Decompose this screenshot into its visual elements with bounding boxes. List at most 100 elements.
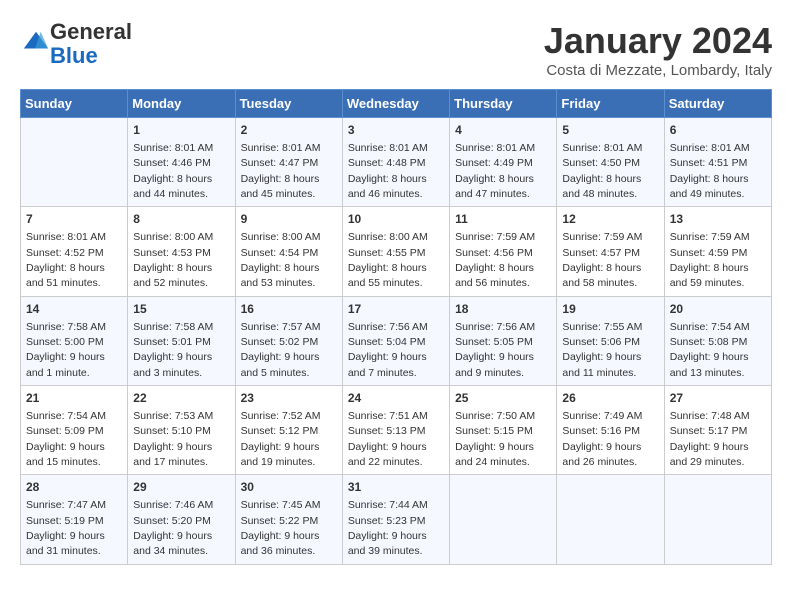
sunrise-info: Sunrise: 7:57 AMSunset: 5:02 PMDaylight:… <box>241 321 321 379</box>
calendar-cell: 30 Sunrise: 7:45 AMSunset: 5:22 PMDaylig… <box>235 475 342 564</box>
calendar-cell: 17 Sunrise: 7:56 AMSunset: 5:04 PMDaylig… <box>342 296 449 385</box>
day-number: 13 <box>670 211 766 228</box>
sunrise-info: Sunrise: 7:45 AMSunset: 5:22 PMDaylight:… <box>241 499 321 557</box>
calendar-cell: 11 Sunrise: 7:59 AMSunset: 4:56 PMDaylig… <box>450 207 557 296</box>
sunrise-info: Sunrise: 7:58 AMSunset: 5:00 PMDaylight:… <box>26 321 106 379</box>
calendar-body: 1 Sunrise: 8:01 AMSunset: 4:46 PMDayligh… <box>21 118 772 565</box>
sunrise-info: Sunrise: 7:53 AMSunset: 5:10 PMDaylight:… <box>133 410 213 468</box>
day-number: 20 <box>670 301 766 318</box>
calendar-cell: 4 Sunrise: 8:01 AMSunset: 4:49 PMDayligh… <box>450 118 557 207</box>
sunrise-info: Sunrise: 7:54 AMSunset: 5:09 PMDaylight:… <box>26 410 106 468</box>
day-number: 17 <box>348 301 444 318</box>
calendar-cell: 28 Sunrise: 7:47 AMSunset: 5:19 PMDaylig… <box>21 475 128 564</box>
day-number: 22 <box>133 390 229 407</box>
calendar-cell: 16 Sunrise: 7:57 AMSunset: 5:02 PMDaylig… <box>235 296 342 385</box>
calendar-cell: 3 Sunrise: 8:01 AMSunset: 4:48 PMDayligh… <box>342 118 449 207</box>
sunrise-info: Sunrise: 7:51 AMSunset: 5:13 PMDaylight:… <box>348 410 428 468</box>
calendar-subtitle: Costa di Mezzate, Lombardy, Italy <box>544 62 772 79</box>
logo-general-text: General <box>50 19 132 44</box>
calendar-cell: 25 Sunrise: 7:50 AMSunset: 5:15 PMDaylig… <box>450 386 557 475</box>
calendar-week-row: 1 Sunrise: 8:01 AMSunset: 4:46 PMDayligh… <box>21 118 772 207</box>
sunrise-info: Sunrise: 8:01 AMSunset: 4:46 PMDaylight:… <box>133 142 213 200</box>
sunrise-info: Sunrise: 7:59 AMSunset: 4:56 PMDaylight:… <box>455 231 535 289</box>
logo-blue-text: Blue <box>50 43 98 68</box>
calendar-week-row: 7 Sunrise: 8:01 AMSunset: 4:52 PMDayligh… <box>21 207 772 296</box>
calendar-cell: 6 Sunrise: 8:01 AMSunset: 4:51 PMDayligh… <box>664 118 771 207</box>
day-number: 9 <box>241 211 337 228</box>
day-number: 27 <box>670 390 766 407</box>
sunrise-info: Sunrise: 8:01 AMSunset: 4:50 PMDaylight:… <box>562 142 642 200</box>
day-number: 15 <box>133 301 229 318</box>
sunrise-info: Sunrise: 7:52 AMSunset: 5:12 PMDaylight:… <box>241 410 321 468</box>
day-number: 14 <box>26 301 122 318</box>
day-number: 1 <box>133 122 229 139</box>
sunrise-info: Sunrise: 7:48 AMSunset: 5:17 PMDaylight:… <box>670 410 750 468</box>
day-number: 16 <box>241 301 337 318</box>
sunrise-info: Sunrise: 7:47 AMSunset: 5:19 PMDaylight:… <box>26 499 106 557</box>
sunrise-info: Sunrise: 7:59 AMSunset: 4:57 PMDaylight:… <box>562 231 642 289</box>
sunrise-info: Sunrise: 8:01 AMSunset: 4:49 PMDaylight:… <box>455 142 535 200</box>
calendar-cell <box>664 475 771 564</box>
weekday-header: Sunday <box>21 90 128 118</box>
day-number: 10 <box>348 211 444 228</box>
calendar-cell: 1 Sunrise: 8:01 AMSunset: 4:46 PMDayligh… <box>128 118 235 207</box>
day-number: 24 <box>348 390 444 407</box>
day-number: 3 <box>348 122 444 139</box>
calendar-cell: 13 Sunrise: 7:59 AMSunset: 4:59 PMDaylig… <box>664 207 771 296</box>
calendar-table: SundayMondayTuesdayWednesdayThursdayFrid… <box>20 89 772 565</box>
sunrise-info: Sunrise: 7:50 AMSunset: 5:15 PMDaylight:… <box>455 410 535 468</box>
sunrise-info: Sunrise: 7:59 AMSunset: 4:59 PMDaylight:… <box>670 231 750 289</box>
sunrise-info: Sunrise: 8:00 AMSunset: 4:54 PMDaylight:… <box>241 231 321 289</box>
day-number: 8 <box>133 211 229 228</box>
day-number: 25 <box>455 390 551 407</box>
calendar-week-row: 14 Sunrise: 7:58 AMSunset: 5:00 PMDaylig… <box>21 296 772 385</box>
sunrise-info: Sunrise: 7:44 AMSunset: 5:23 PMDaylight:… <box>348 499 428 557</box>
calendar-cell <box>557 475 664 564</box>
weekday-header: Saturday <box>664 90 771 118</box>
sunrise-info: Sunrise: 7:58 AMSunset: 5:01 PMDaylight:… <box>133 321 213 379</box>
calendar-header-row: SundayMondayTuesdayWednesdayThursdayFrid… <box>21 90 772 118</box>
calendar-cell: 26 Sunrise: 7:49 AMSunset: 5:16 PMDaylig… <box>557 386 664 475</box>
day-number: 18 <box>455 301 551 318</box>
logo: General Blue <box>20 20 132 68</box>
day-number: 31 <box>348 479 444 496</box>
calendar-cell: 12 Sunrise: 7:59 AMSunset: 4:57 PMDaylig… <box>557 207 664 296</box>
calendar-cell: 20 Sunrise: 7:54 AMSunset: 5:08 PMDaylig… <box>664 296 771 385</box>
sunrise-info: Sunrise: 8:00 AMSunset: 4:53 PMDaylight:… <box>133 231 213 289</box>
day-number: 2 <box>241 122 337 139</box>
calendar-cell: 22 Sunrise: 7:53 AMSunset: 5:10 PMDaylig… <box>128 386 235 475</box>
weekday-header: Tuesday <box>235 90 342 118</box>
calendar-cell: 27 Sunrise: 7:48 AMSunset: 5:17 PMDaylig… <box>664 386 771 475</box>
day-number: 26 <box>562 390 658 407</box>
day-number: 30 <box>241 479 337 496</box>
calendar-cell: 5 Sunrise: 8:01 AMSunset: 4:50 PMDayligh… <box>557 118 664 207</box>
calendar-cell: 9 Sunrise: 8:00 AMSunset: 4:54 PMDayligh… <box>235 207 342 296</box>
calendar-title: January 2024 <box>544 20 772 62</box>
weekday-header: Wednesday <box>342 90 449 118</box>
sunrise-info: Sunrise: 7:49 AMSunset: 5:16 PMDaylight:… <box>562 410 642 468</box>
title-block: January 2024 Costa di Mezzate, Lombardy,… <box>544 20 772 79</box>
day-number: 19 <box>562 301 658 318</box>
calendar-cell: 15 Sunrise: 7:58 AMSunset: 5:01 PMDaylig… <box>128 296 235 385</box>
day-number: 5 <box>562 122 658 139</box>
sunrise-info: Sunrise: 7:56 AMSunset: 5:05 PMDaylight:… <box>455 321 535 379</box>
calendar-cell: 18 Sunrise: 7:56 AMSunset: 5:05 PMDaylig… <box>450 296 557 385</box>
sunrise-info: Sunrise: 7:54 AMSunset: 5:08 PMDaylight:… <box>670 321 750 379</box>
calendar-cell: 31 Sunrise: 7:44 AMSunset: 5:23 PMDaylig… <box>342 475 449 564</box>
calendar-cell: 23 Sunrise: 7:52 AMSunset: 5:12 PMDaylig… <box>235 386 342 475</box>
day-number: 11 <box>455 211 551 228</box>
sunrise-info: Sunrise: 8:01 AMSunset: 4:52 PMDaylight:… <box>26 231 106 289</box>
sunrise-info: Sunrise: 7:55 AMSunset: 5:06 PMDaylight:… <box>562 321 642 379</box>
calendar-cell: 10 Sunrise: 8:00 AMSunset: 4:55 PMDaylig… <box>342 207 449 296</box>
sunrise-info: Sunrise: 8:00 AMSunset: 4:55 PMDaylight:… <box>348 231 428 289</box>
sunrise-info: Sunrise: 8:01 AMSunset: 4:51 PMDaylight:… <box>670 142 750 200</box>
day-number: 23 <box>241 390 337 407</box>
day-number: 29 <box>133 479 229 496</box>
calendar-cell: 21 Sunrise: 7:54 AMSunset: 5:09 PMDaylig… <box>21 386 128 475</box>
calendar-cell: 19 Sunrise: 7:55 AMSunset: 5:06 PMDaylig… <box>557 296 664 385</box>
calendar-cell: 29 Sunrise: 7:46 AMSunset: 5:20 PMDaylig… <box>128 475 235 564</box>
sunrise-info: Sunrise: 7:56 AMSunset: 5:04 PMDaylight:… <box>348 321 428 379</box>
calendar-week-row: 21 Sunrise: 7:54 AMSunset: 5:09 PMDaylig… <box>21 386 772 475</box>
calendar-cell <box>450 475 557 564</box>
sunrise-info: Sunrise: 7:46 AMSunset: 5:20 PMDaylight:… <box>133 499 213 557</box>
